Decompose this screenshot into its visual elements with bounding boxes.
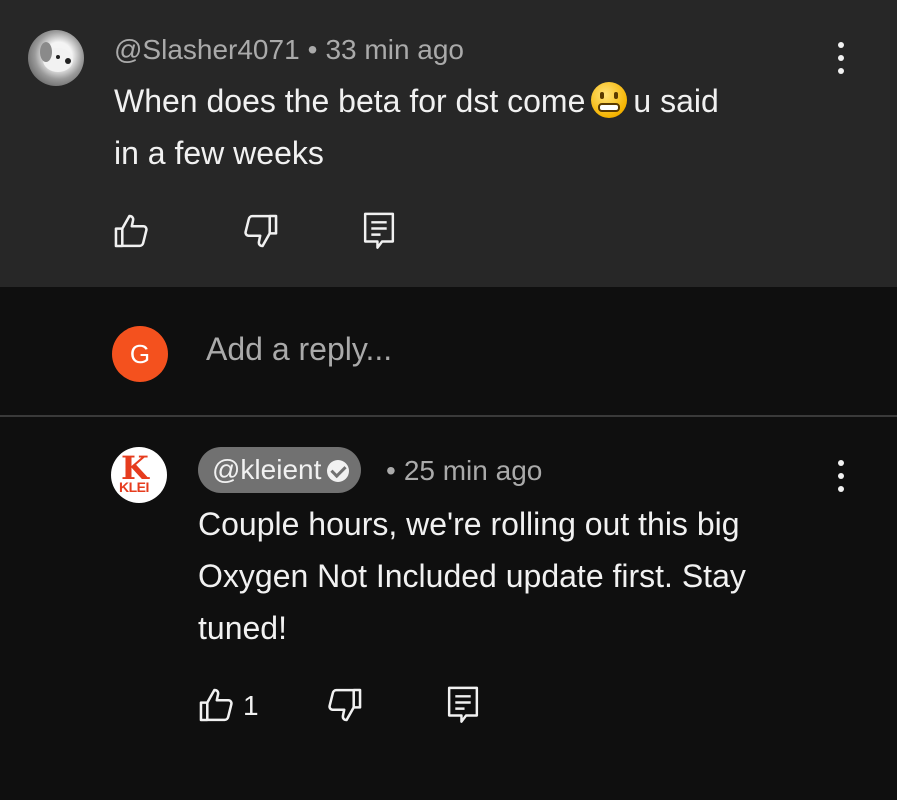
reply-author-chip[interactable]: @kleient — [198, 447, 362, 493]
comment-author[interactable]: @Slasher4071 — [114, 34, 300, 65]
reply-button[interactable] — [360, 210, 398, 250]
add-reply-row: G — [0, 287, 897, 417]
reply-comment-icon — [363, 212, 395, 249]
reply-text-line3: tuned! — [198, 610, 287, 646]
like-button[interactable] — [112, 212, 150, 250]
reply-input[interactable] — [206, 331, 806, 368]
reply-comment-icon — [447, 686, 479, 723]
comment-text-part1: When does the beta for dst come — [114, 83, 586, 119]
comment-text-part2: u said — [633, 83, 719, 119]
comment-time[interactable]: 33 min ago — [325, 34, 464, 65]
thumb-down-icon — [244, 214, 278, 248]
more-options-button[interactable] — [831, 38, 851, 78]
reply-text: Couple hours, we're rolling out this big… — [198, 498, 858, 654]
grimacing-face-icon — [591, 82, 628, 118]
thumb-up-icon — [114, 214, 148, 248]
reply-button[interactable] — [444, 684, 482, 724]
dislike-button[interactable] — [242, 212, 280, 250]
comment-text-line2: in a few weeks — [114, 135, 324, 171]
avatar[interactable] — [28, 30, 84, 86]
comment-meta: @Slasher4071 • 33 min ago — [114, 34, 464, 66]
separator-dot: • — [307, 34, 318, 65]
user-avatar[interactable]: G — [112, 326, 168, 382]
thumb-up-icon — [199, 688, 233, 722]
like-button[interactable] — [197, 686, 235, 724]
reply-text-line1: Couple hours, we're rolling out this big — [198, 506, 740, 542]
verified-icon — [327, 460, 350, 482]
reply-author: @kleient — [212, 454, 322, 485]
klei-logo-text: KLEI — [119, 479, 149, 495]
reply-text-line2: Oxygen Not Included update first. Stay — [198, 558, 746, 594]
comment-text: When does the beta for dst come u said in… — [114, 75, 834, 179]
separator-dot: • — [386, 455, 396, 486]
like-count: 1 — [243, 690, 259, 721]
avatar[interactable]: K KLEI — [111, 447, 167, 503]
dislike-button[interactable] — [326, 686, 364, 724]
reply-meta: • 25 min ago — [386, 455, 542, 487]
reply-time[interactable]: 25 min ago — [404, 455, 543, 486]
highlighted-comment: @Slasher4071 • 33 min ago When does the be… — [0, 0, 897, 287]
thumb-down-icon — [328, 688, 362, 722]
more-options-button[interactable] — [831, 456, 851, 496]
